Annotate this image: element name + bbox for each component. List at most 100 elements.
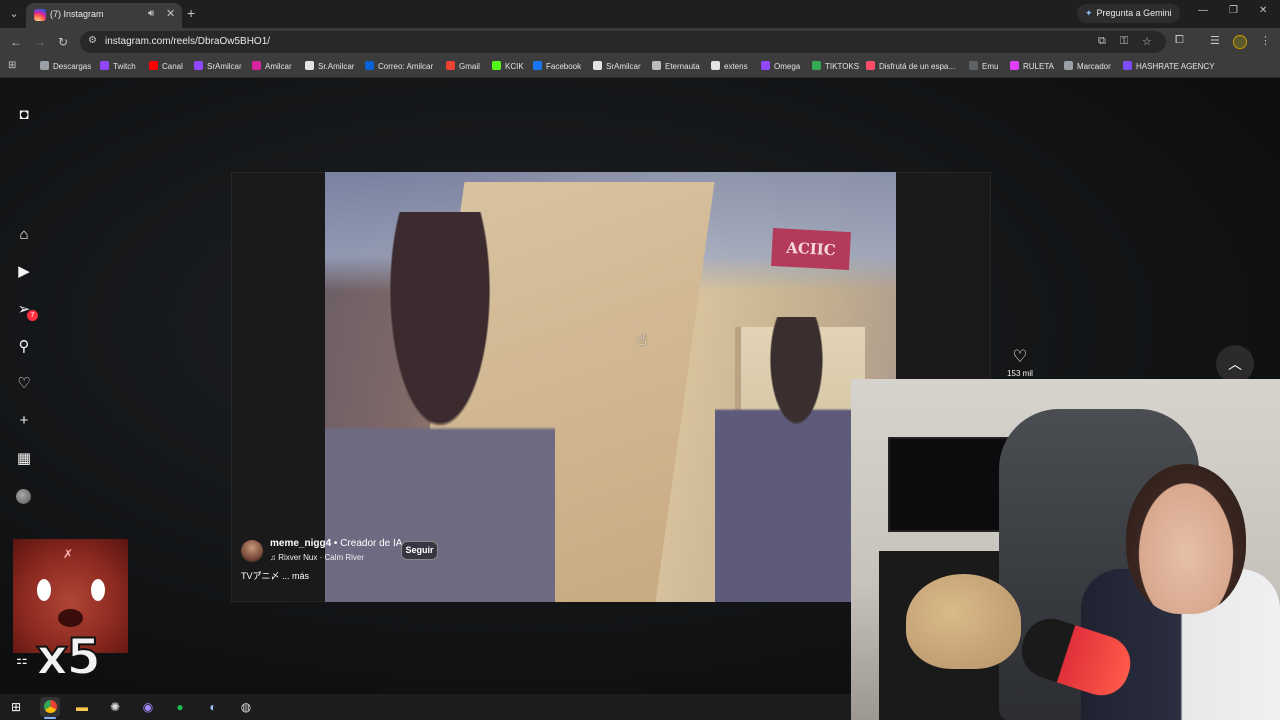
music-track[interactable]: ♫ Rixver Nux · Calm River bbox=[270, 553, 364, 562]
screen: ⌄ (7) Instagram 🔊︎ ✕ + ✦ Pregunta a Gemin… bbox=[0, 0, 1280, 720]
sticker-nose bbox=[58, 609, 83, 627]
bookmark-item[interactable]: Emu bbox=[969, 61, 998, 71]
reel-caption[interactable]: TVア゙ニ〆 ... más bbox=[241, 569, 309, 582]
bookmark-item[interactable]: Amilcar bbox=[252, 61, 292, 71]
profile-avatar[interactable] bbox=[1233, 35, 1247, 49]
new-tab-button[interactable]: + bbox=[187, 5, 195, 21]
bookmark-label: SrAmilcar bbox=[207, 62, 242, 71]
bookmark-item[interactable]: Descargas bbox=[40, 61, 91, 71]
dashboard-icon[interactable]: ▦ bbox=[14, 449, 34, 469]
bookmark-favicon-icon bbox=[761, 61, 770, 70]
bookmark-item[interactable]: Facebook bbox=[533, 61, 581, 71]
windows-start-icon[interactable]: ⊞ bbox=[6, 697, 26, 717]
bookmark-favicon-icon bbox=[1064, 61, 1073, 70]
media-controls-icon[interactable]: ☰ bbox=[1210, 34, 1220, 47]
bookmark-favicon-icon bbox=[866, 61, 875, 70]
bookmark-item[interactable]: Disfrutá de un espa... bbox=[866, 61, 955, 71]
address-bar[interactable]: ⚙ instagram.com/reels/DbraOw5BHO1/ ⧉ ⚿ ☆ bbox=[80, 31, 1166, 53]
speaker-icon[interactable]: 🔊︎ bbox=[148, 8, 154, 19]
bookmark-item[interactable]: Gmail bbox=[446, 61, 480, 71]
tab-search-menu-button[interactable]: ⌄ bbox=[4, 4, 24, 24]
app-tracker-icon[interactable]: ◍ bbox=[236, 697, 256, 717]
close-window-button[interactable]: ✕ bbox=[1259, 5, 1267, 16]
bookmark-item[interactable]: Eternauta bbox=[652, 61, 700, 71]
bookmark-item[interactable]: Omega bbox=[761, 61, 800, 71]
minimize-button[interactable]: — bbox=[1198, 5, 1208, 16]
tab-close-button[interactable]: ✕ bbox=[166, 7, 175, 20]
bookmark-item[interactable]: SrAmilcar bbox=[194, 61, 242, 71]
creator-avatar[interactable] bbox=[241, 540, 263, 562]
install-app-icon[interactable]: ⧉ bbox=[1098, 35, 1106, 48]
bookmark-favicon-icon bbox=[652, 61, 661, 70]
steam-icon[interactable]: ◐ bbox=[203, 697, 223, 717]
bookmark-item[interactable]: HASHRATE AGENCY bbox=[1123, 61, 1215, 71]
bookmark-item[interactable]: Twitch bbox=[100, 61, 136, 71]
instagram-favicon-icon bbox=[34, 9, 46, 21]
bookmark-item[interactable]: Correo: Amilcar bbox=[365, 61, 433, 71]
notifications-heart-icon[interactable]: ♡ bbox=[14, 374, 34, 394]
like-heart-icon[interactable]: ♡ bbox=[1009, 347, 1031, 367]
bookmark-favicon-icon bbox=[305, 61, 314, 70]
bookmark-favicon-icon bbox=[593, 61, 602, 70]
creator-line[interactable]: meme_nigg4 • Creador de IA bbox=[270, 538, 402, 549]
bookmark-label: Emu bbox=[982, 62, 999, 71]
chrome-icon[interactable] bbox=[40, 697, 60, 717]
bookmark-label: KCIK bbox=[505, 62, 524, 71]
bookmark-item[interactable]: extens bbox=[711, 61, 748, 71]
bookmark-item[interactable]: KCIK bbox=[492, 61, 524, 71]
forward-arrow-icon[interactable]: → bbox=[34, 34, 46, 50]
app-icon[interactable]: ✺ bbox=[105, 697, 125, 717]
reload-icon[interactable]: ↻ bbox=[58, 34, 68, 50]
restore-button[interactable]: ❐ bbox=[1229, 5, 1238, 16]
bookmark-item[interactable]: SrAmilcar bbox=[593, 61, 641, 71]
bookmark-favicon-icon bbox=[40, 61, 49, 70]
bookmark-item[interactable]: Canal bbox=[149, 61, 183, 71]
follow-button[interactable]: Seguir bbox=[401, 541, 438, 560]
bookmark-star-icon[interactable]: ☆ bbox=[1142, 35, 1152, 48]
bookmark-item[interactable]: Marcador bbox=[1064, 61, 1111, 71]
spotify-icon[interactable]: ● bbox=[170, 697, 190, 717]
site-info-icon[interactable]: ⚙ bbox=[88, 35, 97, 46]
bookmark-favicon-icon bbox=[365, 61, 374, 70]
bookmark-favicon-icon bbox=[492, 61, 501, 70]
bookmark-label: SrAmilcar bbox=[606, 62, 641, 71]
bookmark-label: Twitch bbox=[113, 62, 136, 71]
creator-username[interactable]: meme_nigg4 bbox=[270, 538, 331, 549]
url-text[interactable]: instagram.com/reels/DbraOw5BHO1/ bbox=[105, 36, 270, 47]
bookmark-label: Amilcar bbox=[265, 62, 292, 71]
bookmark-label: Correo: Amilcar bbox=[378, 62, 434, 71]
instagram-logo-icon[interactable]: ◘ bbox=[14, 105, 34, 125]
bookmark-favicon-icon bbox=[446, 61, 455, 70]
tab-instagram[interactable]: (7) Instagram 🔊︎ ✕ bbox=[26, 3, 182, 28]
back-arrow-icon[interactable]: ← bbox=[10, 34, 22, 50]
bookmark-label: extens bbox=[724, 62, 748, 71]
chevron-up-icon[interactable]: ︿ bbox=[1216, 345, 1254, 383]
reel-video[interactable]: ACIIC bbox=[325, 172, 896, 602]
multiplier-label: x5 bbox=[35, 627, 102, 687]
bookmark-favicon-icon bbox=[969, 61, 978, 70]
more-apps-icon[interactable]: ⚏ bbox=[16, 652, 28, 668]
sticker-forehead-mark-icon: ✗ bbox=[63, 547, 74, 561]
ask-gemini-button[interactable]: ✦ Pregunta a Gemini bbox=[1077, 4, 1180, 23]
search-icon[interactable]: ⚲ bbox=[14, 337, 34, 357]
bookmark-item[interactable]: TIKTOKS bbox=[812, 61, 859, 71]
reels-icon[interactable]: ▶ bbox=[14, 262, 34, 282]
bookmark-label: Facebook bbox=[546, 62, 582, 71]
file-explorer-icon[interactable]: ▬ bbox=[72, 697, 92, 717]
create-plus-icon[interactable]: + bbox=[14, 411, 34, 431]
discord-icon[interactable]: ◉ bbox=[138, 697, 158, 717]
bookmark-label: Gmail bbox=[459, 62, 480, 71]
more-menu-icon[interactable]: ⋮ bbox=[1260, 34, 1271, 47]
extensions-icon[interactable]: ⧠ bbox=[1175, 34, 1184, 47]
bookmark-favicon-icon bbox=[194, 61, 203, 70]
bookmark-label: Marcador bbox=[1077, 62, 1111, 71]
profile-avatar-small[interactable] bbox=[16, 489, 31, 504]
webcam-capybara-plush bbox=[906, 574, 1021, 669]
apps-grid-icon[interactable]: ⊞ bbox=[8, 60, 16, 71]
password-key-icon[interactable]: ⚿ bbox=[1120, 35, 1128, 48]
sticker-eye-left bbox=[37, 579, 51, 601]
bookmark-item[interactable]: Sr.Amilcar bbox=[305, 61, 354, 71]
bookmark-item[interactable]: RULETA bbox=[1010, 61, 1054, 71]
home-icon[interactable]: ⌂ bbox=[14, 225, 34, 245]
bookmark-favicon-icon bbox=[149, 61, 158, 70]
